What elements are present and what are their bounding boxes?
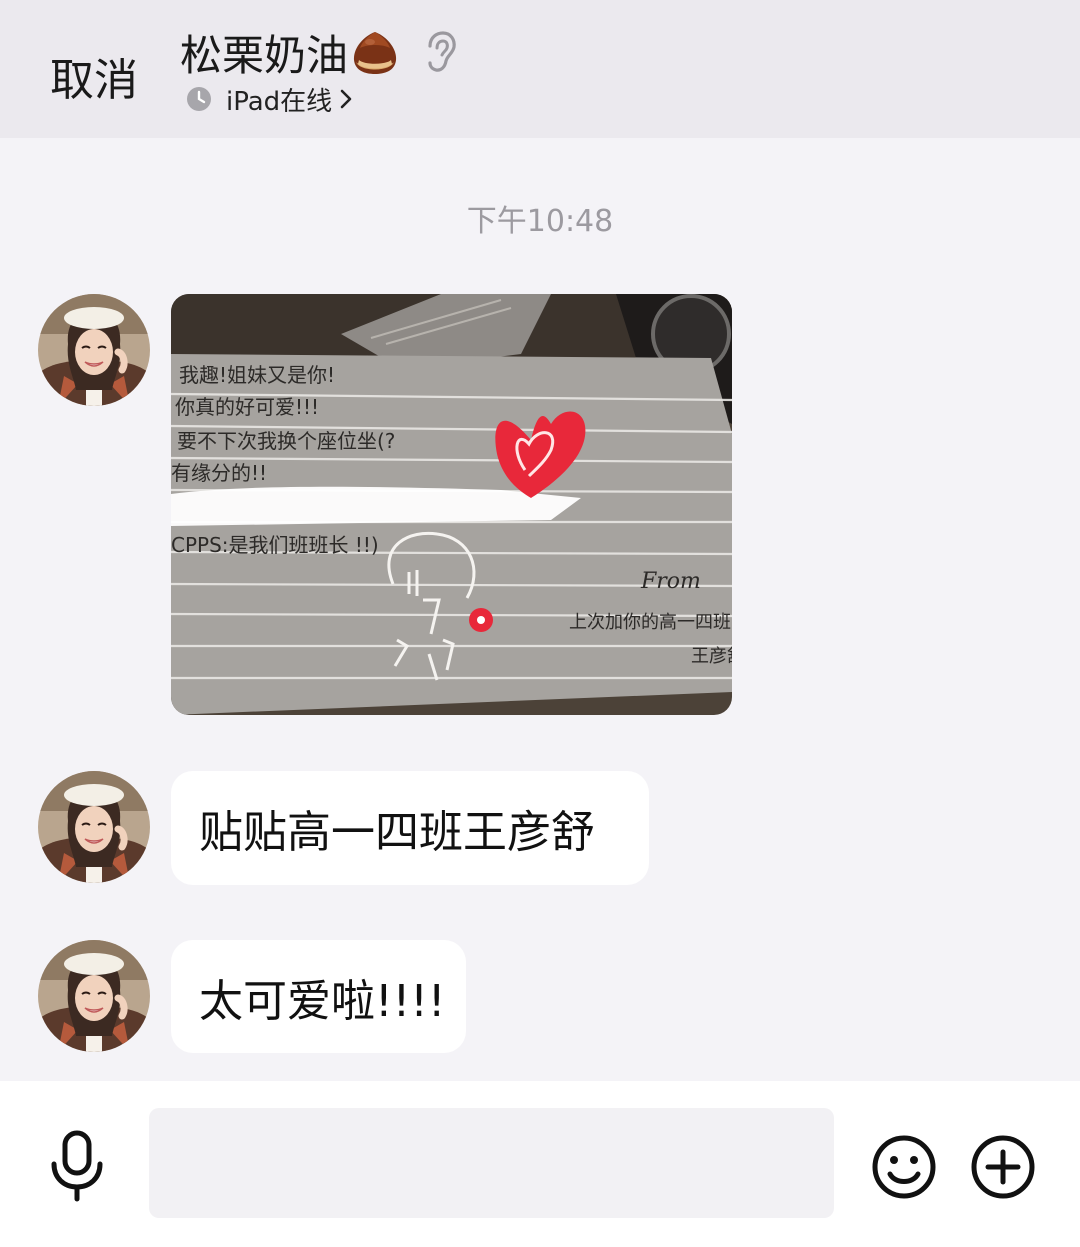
card-from-line: 上次加你的高一四班	[569, 612, 731, 633]
plus-circle-icon[interactable]	[970, 1134, 1036, 1200]
message-bubble[interactable]: 太可爱啦!!!!	[171, 940, 466, 1053]
card-line-4: 有缘分的!!	[171, 461, 267, 485]
sender-avatar[interactable]	[38, 940, 150, 1052]
card-from-label: From	[640, 569, 701, 594]
microphone-icon[interactable]	[46, 1130, 108, 1202]
sender-avatar[interactable]	[38, 771, 150, 883]
sender-avatar[interactable]	[38, 294, 150, 406]
card-line-2: 你真的好可爱!!!	[175, 395, 319, 419]
chat-header: 取消 松栗奶油 iPad在线	[0, 0, 1080, 138]
contact-title-row: 松栗奶油	[180, 24, 458, 80]
chestnut-emoji-icon	[353, 32, 397, 74]
card-line-5: CPPS:是我们班班长 !!)	[171, 533, 379, 557]
message-image-card[interactable]: 我趣!姐妹又是你! 你真的好可爱!!! 要不下次我换个座位坐(? 有缘分的!! …	[171, 294, 732, 715]
chevron-right-icon	[340, 89, 352, 109]
message-timestamp: 下午10:48	[466, 204, 614, 239]
message-input[interactable]	[149, 1108, 834, 1218]
cancel-button[interactable]: 取消	[50, 44, 138, 108]
ear-icon[interactable]	[422, 30, 458, 74]
message-bubble[interactable]: 贴贴高一四班王彦舒	[171, 771, 649, 885]
card-line-3: 要不下次我换个座位坐(?	[177, 429, 395, 453]
card-line-1: 我趣!姐妹又是你!	[179, 363, 335, 387]
smiley-icon[interactable]	[871, 1134, 937, 1200]
clock-icon	[187, 87, 211, 111]
status-text: iPad在线	[226, 86, 333, 117]
card-signature: 王彦舒	[691, 646, 732, 667]
online-status[interactable]: iPad在线	[186, 82, 354, 117]
contact-name[interactable]: 松栗奶油	[180, 22, 348, 83]
